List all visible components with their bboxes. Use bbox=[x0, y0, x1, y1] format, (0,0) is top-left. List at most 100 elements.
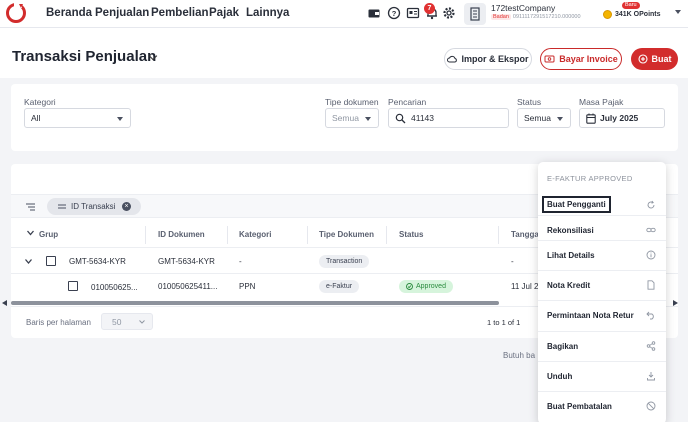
column-header-tanggal[interactable]: Tangga bbox=[511, 230, 539, 239]
status-label: Approved bbox=[416, 283, 446, 290]
menu-item-lihat-details[interactable]: Lihat Details bbox=[538, 240, 666, 270]
id-card-icon[interactable] bbox=[406, 6, 420, 20]
return-icon bbox=[646, 311, 654, 320]
menu-item-label: Bagikan bbox=[547, 342, 579, 351]
status-label: Status bbox=[517, 97, 542, 107]
menu-item-label: Buat Pembatalan bbox=[547, 402, 612, 411]
wallet-icon[interactable] bbox=[367, 6, 381, 20]
menu-item-label: Nota Kredit bbox=[547, 281, 591, 290]
document-icon bbox=[647, 280, 655, 290]
column-header-grup[interactable]: Grup bbox=[39, 230, 58, 239]
column-header-id-dokumen[interactable]: ID Dokumen bbox=[158, 230, 205, 239]
row-actions-menu: E-FAKTUR APPROVED Buat Pengganti Rekonsi… bbox=[538, 162, 666, 422]
search-value: 41143 bbox=[411, 113, 435, 123]
horizontal-scrollbar-thumb[interactable] bbox=[11, 301, 499, 305]
info-icon bbox=[646, 250, 656, 260]
points-label: 341K OPoints bbox=[615, 10, 661, 18]
share-icon bbox=[646, 341, 656, 351]
top-navbar: Beranda Penjualan Pembelian Pajak Lainny… bbox=[0, 0, 688, 28]
nav-penjualan[interactable]: Penjualan bbox=[95, 7, 149, 19]
brand-logo-icon[interactable] bbox=[5, 2, 27, 24]
page-title[interactable]: Transaksi Penjualan bbox=[12, 48, 156, 65]
help-icon[interactable]: ? bbox=[387, 6, 401, 20]
coin-icon bbox=[603, 9, 612, 19]
company-type-badge: Badan bbox=[491, 14, 511, 20]
gear-icon[interactable] bbox=[442, 6, 456, 20]
cancel-icon bbox=[646, 401, 656, 411]
download-icon bbox=[647, 372, 655, 381]
menu-item-buat-pembatalan[interactable]: Buat Pembatalan bbox=[538, 391, 666, 421]
menu-header: E-FAKTUR APPROVED bbox=[547, 174, 633, 183]
masa-pajak-value: July 2025 bbox=[600, 113, 639, 123]
masa-pajak-picker[interactable]: July 2025 bbox=[579, 108, 665, 128]
menu-item-unduh[interactable]: Unduh bbox=[538, 361, 666, 391]
menu-item-nota-kredit[interactable]: Nota Kredit bbox=[538, 270, 666, 300]
column-header-status[interactable]: Status bbox=[399, 230, 423, 239]
kategori-value: All bbox=[31, 113, 41, 123]
nav-beranda[interactable]: Beranda bbox=[46, 7, 92, 19]
points-pill[interactable]: 341K OPoints bbox=[603, 7, 661, 21]
cell-grup: GMT-5634-KYR bbox=[69, 257, 126, 266]
company-tag: Badan 0911117291517210.000000 bbox=[491, 14, 581, 20]
rows-per-page-value: 50 bbox=[112, 316, 122, 327]
caret-down-icon bbox=[557, 117, 563, 121]
menu-item-permintaan-nota-retur[interactable]: Permintaan Nota Retur bbox=[538, 300, 666, 330]
import-export-button[interactable]: Impor & Ekspor bbox=[444, 48, 532, 70]
column-header-tipe-dokumen[interactable]: Tipe Dokumen bbox=[319, 230, 374, 239]
create-label: Buat bbox=[651, 54, 672, 64]
pay-invoice-button[interactable]: Bayar Invoice bbox=[540, 48, 622, 70]
nav-lainnya[interactable]: Lainnya bbox=[246, 7, 289, 19]
tipe-dokumen-pill: Transaction bbox=[319, 255, 370, 268]
search-input[interactable]: 41143 bbox=[388, 108, 509, 128]
list-tree-icon[interactable] bbox=[26, 203, 35, 211]
kategori-select[interactable]: All bbox=[24, 108, 131, 128]
caret-down-icon bbox=[117, 117, 123, 121]
nav-pajak[interactable]: Pajak bbox=[209, 7, 239, 19]
create-button[interactable]: Buat bbox=[631, 48, 678, 70]
rows-per-page-select[interactable]: 50 bbox=[101, 313, 153, 330]
column-separator[interactable] bbox=[227, 226, 228, 244]
company-avatar[interactable] bbox=[464, 3, 486, 25]
menu-item-bagikan[interactable]: Bagikan bbox=[538, 331, 666, 361]
menu-item-label: Permintaan Nota Retur bbox=[547, 311, 634, 320]
tipe-dokumen-value: Semua bbox=[332, 113, 359, 123]
cell-id-dokumen: GMT-5634-KYR bbox=[158, 257, 215, 266]
refresh-icon bbox=[647, 200, 655, 209]
column-header-kategori[interactable]: Kategori bbox=[239, 230, 271, 239]
menu-item-label: Rekonsiliasi bbox=[547, 226, 594, 235]
cloud-icon bbox=[447, 55, 458, 63]
account-dropdown-icon[interactable] bbox=[675, 10, 681, 14]
pencarian-label: Pencarian bbox=[388, 97, 427, 107]
check-circle-icon bbox=[406, 283, 413, 290]
chevron-down-icon[interactable] bbox=[27, 230, 34, 236]
kategori-label: Kategori bbox=[24, 97, 56, 107]
nav-pembelian[interactable]: Pembelian bbox=[151, 7, 209, 19]
caret-down-icon bbox=[365, 117, 371, 121]
help-prompt-text[interactable]: Butuh ba bbox=[503, 351, 535, 360]
column-separator[interactable] bbox=[145, 226, 146, 244]
group-chip-id-transaksi[interactable]: ID Transaksi × bbox=[47, 198, 141, 215]
notification-count-badge: 7 bbox=[424, 3, 435, 14]
cell-grup: 010050625... bbox=[91, 283, 138, 292]
svg-text:?: ? bbox=[392, 9, 397, 18]
company-name[interactable]: 172testCompany bbox=[491, 3, 555, 13]
row-checkbox[interactable] bbox=[68, 281, 78, 291]
status-select[interactable]: Semua bbox=[517, 108, 571, 128]
search-icon bbox=[395, 113, 406, 124]
status-value: Semua bbox=[524, 113, 551, 123]
scroll-left-arrow[interactable] bbox=[2, 300, 7, 306]
column-separator[interactable] bbox=[498, 226, 499, 244]
tipe-dokumen-select[interactable]: Semua bbox=[325, 108, 379, 128]
column-separator[interactable] bbox=[386, 226, 387, 244]
row-checkbox[interactable] bbox=[46, 256, 56, 266]
column-separator[interactable] bbox=[307, 226, 308, 244]
chip-label: ID Transaksi bbox=[71, 202, 116, 211]
close-icon[interactable]: × bbox=[122, 202, 131, 211]
calendar-icon bbox=[586, 113, 596, 124]
plus-circle-icon bbox=[637, 54, 648, 64]
menu-item-label: Lihat Details bbox=[547, 251, 595, 260]
cell-kategori: - bbox=[239, 257, 242, 266]
chevron-down-icon bbox=[139, 320, 145, 324]
chevron-down-icon[interactable] bbox=[25, 259, 32, 264]
drag-handle-icon bbox=[58, 204, 66, 209]
